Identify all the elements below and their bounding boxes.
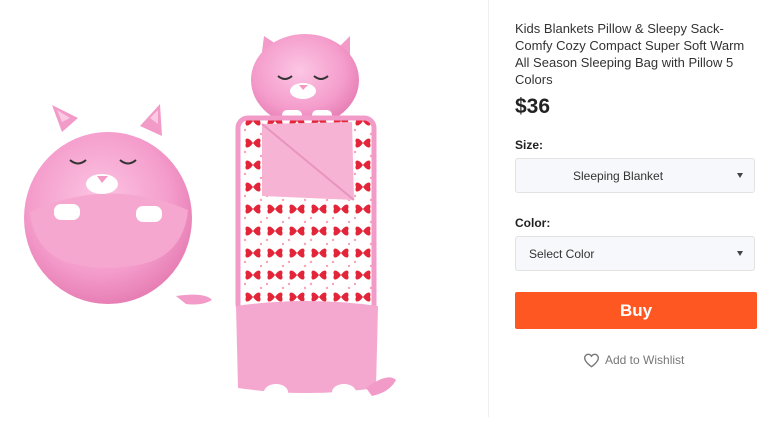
- color-select[interactable]: Select Color: [515, 236, 755, 271]
- product-photo: [24, 34, 396, 400]
- chevron-down-icon: [737, 173, 743, 178]
- add-to-wishlist-link[interactable]: Add to Wishlist: [583, 350, 684, 370]
- size-select-value: Sleeping Blanket: [573, 169, 664, 183]
- panel-divider: [488, 0, 489, 417]
- color-select-value: Select Color: [529, 247, 595, 261]
- wishlist-label: Add to Wishlist: [605, 353, 685, 367]
- size-select[interactable]: Sleeping Blanket: [515, 158, 755, 193]
- heart-icon: [583, 353, 600, 367]
- buy-button-label: Buy: [619, 300, 653, 320]
- sleeping-bag: [235, 34, 396, 400]
- color-label: Color:: [515, 216, 551, 230]
- cat-pillow: [24, 104, 212, 317]
- product-price: $36: [515, 95, 551, 118]
- product-image[interactable]: [0, 0, 488, 417]
- chevron-down-icon: [737, 251, 743, 256]
- product-details: Kids Blankets Pillow & Sleepy Sack-Comfy…: [515, 0, 760, 417]
- product-title: Kids Blankets Pillow & Sleepy Sack-Comfy…: [515, 21, 745, 87]
- buy-button[interactable]: Buy: [515, 292, 757, 329]
- size-label: Size:: [515, 138, 544, 152]
